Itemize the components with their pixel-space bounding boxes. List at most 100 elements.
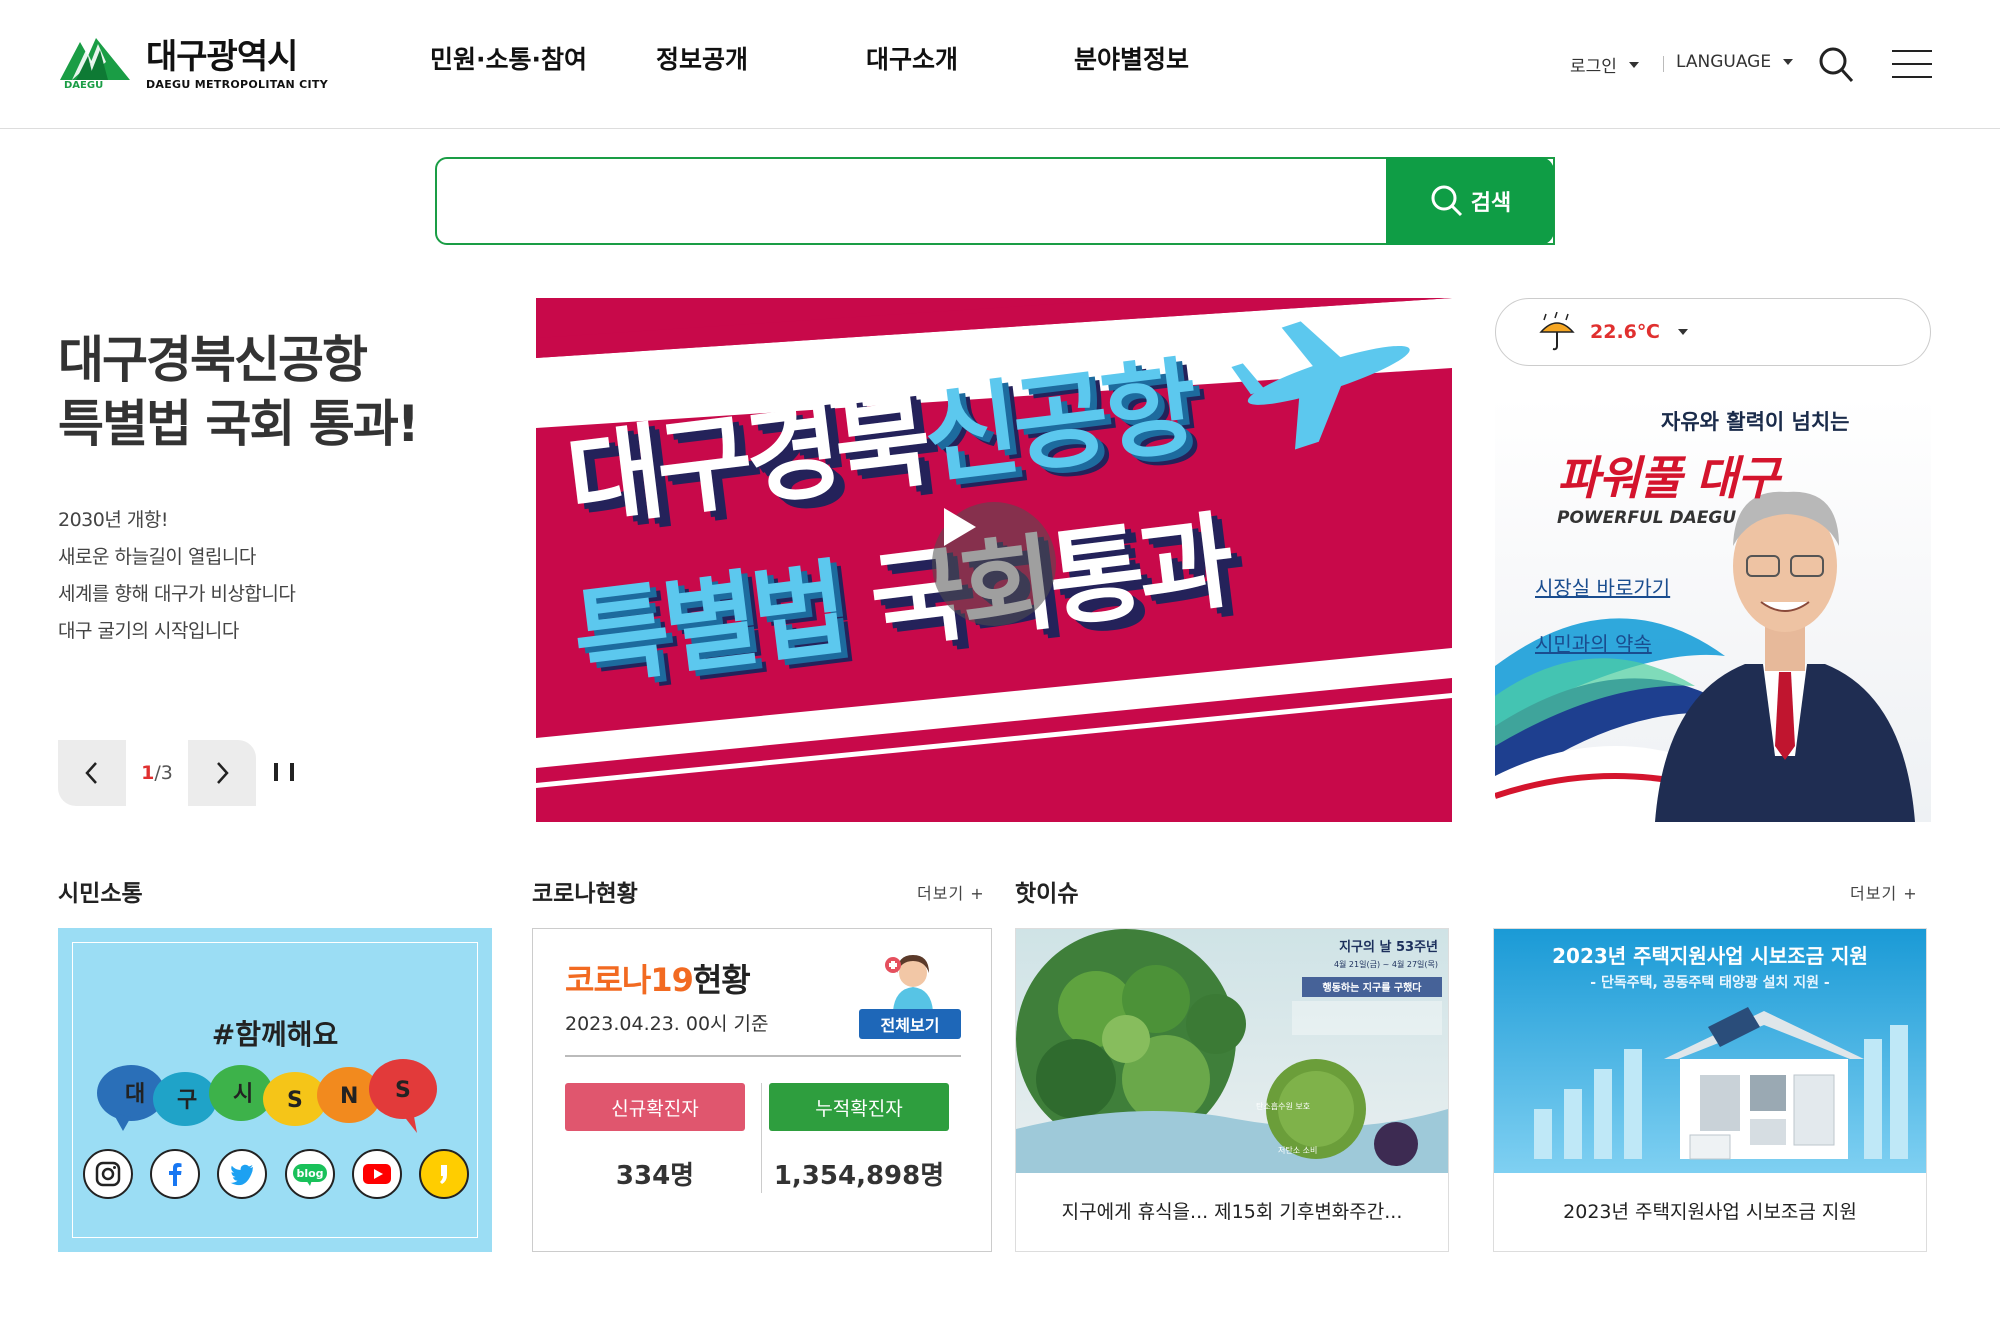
issue-caption-1: 지구에게 휴식을... 제15회 기후변화주간... [1061,1201,1403,1223]
header-search-icon[interactable] [1818,46,1854,84]
sns-panel: #함께해요 대 구 시 S N S blog [58,928,492,1252]
site-logo[interactable]: DAEGU 대구광역시 DAEGU METROPOLITAN CITY [58,34,338,94]
issue1-img-label1: 탄소흡수원 보호 [1256,1101,1310,1111]
nav-item-civil[interactable]: 민원·소통·참여 [382,40,656,76]
twitter-icon[interactable] [217,1149,268,1199]
weather-temperature: 22.6℃ [1590,321,1660,343]
mayor-banner: 자유와 활력이 넘치는 파워풀 대구 POWERFUL DAEGU 시장실 바로… [1495,396,1931,822]
covid-title: 코로나19현황 [565,955,751,1001]
weather-widget[interactable]: 22.6℃ [1495,298,1931,366]
banner-text-1b: 신공항 [916,345,1199,500]
nav-item-info[interactable]: 정보공개 [656,40,866,76]
nav-item-about[interactable]: 대구소개 [866,40,1074,76]
kakao-story-icon[interactable] [418,1149,469,1199]
section-title-sns: 시민소통 [58,881,143,907]
covid-new-value: 334명 [615,1161,695,1191]
hero-title: 대구경북신공항 특별법 국회 통과! [58,328,420,456]
hero-desc-line: 2030년 개항! [58,509,168,531]
hero-title-line1: 대구경북신공항 [58,331,368,389]
util-divider [1663,56,1664,72]
covid-total-value: 1,354,898명 [773,1161,945,1191]
covid-title-a: 코로나19 [565,961,694,999]
language-dropdown[interactable]: LANGUAGE [1676,52,1794,72]
sns-hashtag: #함께해요 [211,1018,339,1051]
covid-divider [565,1055,961,1057]
caret-down-icon [1628,61,1639,68]
covid-title-b: 현황 [692,961,751,999]
main-banner[interactable]: 대구경북신공항 특별법 국회통과 [536,298,1452,822]
mayor-office-link[interactable]: 시장실 바로가기 [1535,572,1670,601]
youtube-icon[interactable] [351,1149,402,1199]
slide-next-button[interactable] [188,740,256,806]
issue-image-earth-day: 지구의 날 53주년 4월 21일(금) ~ 4월 27일(목) 행동하는 지구… [1016,929,1448,1173]
blog-icon[interactable]: blog [284,1149,335,1199]
sns-speech-bubbles: 대 구 시 S N S [97,1059,437,1133]
video-play-button[interactable] [932,502,1056,626]
instagram-icon[interactable] [83,1149,133,1199]
hero-desc-line: 새로운 하늘길이 열립니다 [58,546,256,568]
issue2-img-sub: - 단독주택, 공동주택 태양광 설치 지원 - [1590,974,1830,991]
covid-vertical-divider [761,1083,762,1193]
logo-english-name: DAEGU METROPOLITAN CITY [146,77,328,91]
mayor-title-en: POWERFUL DAEGU [1557,508,1737,528]
issue-card-1[interactable]: 지구의 날 53주년 4월 21일(금) ~ 4월 27일(목) 행동하는 지구… [1015,928,1449,1252]
slide-current: 1 [141,762,155,784]
sns-icon-row: blog [83,1149,469,1199]
covid-panel: 코로나19현황 2023.04.23. 00시 기준 전체보기 신규확진자 누적… [532,928,992,1252]
mayor-subtitle: 자유와 활력이 넘치는 [1661,410,1850,434]
section-title-issue: 핫이슈 [1015,881,1079,907]
slide-total: /3 [154,762,173,784]
logo-mark-text: DAEGU [64,80,104,91]
issue2-img-title: 2023년 주택지원사업 시보조금 지원 [1552,944,1868,968]
covid-more-link[interactable]: 더보기 + [917,880,985,904]
issue-image-housing: 2023년 주택지원사업 시보조금 지원 - 단독주택, 공동주택 태양광 설치… [1494,929,1926,1173]
hero-desc-line: 대구 굴기의 시작입니다 [58,620,239,642]
issue1-img-title: 지구의 날 53주년 [1339,939,1438,955]
sns-bubble-4: S [287,1088,303,1113]
login-label: 로그인 [1570,57,1617,77]
slide-controls: 1/3 [58,740,294,806]
issue-more-link[interactable]: 더보기 + [1850,880,1918,904]
blog-icon-text: blog [296,1167,323,1180]
covid-total-label: 누적확진자 [769,1083,949,1131]
sns-bubble-5: N [340,1084,358,1109]
login-dropdown[interactable]: 로그인 [1570,52,1639,77]
caret-down-icon [1783,59,1794,65]
issue-card-2[interactable]: 2023년 주택지원사업 시보조금 지원 - 단독주택, 공동주택 태양광 설치… [1493,928,1927,1252]
covid-view-all-button[interactable]: 전체보기 [859,1009,961,1039]
caret-down-icon [1677,329,1688,335]
chevron-right-icon [217,762,229,784]
search-input[interactable] [457,179,1357,223]
covid-date: 2023.04.23. 00시 기준 [565,1013,769,1035]
facebook-icon[interactable] [150,1149,201,1199]
search-button[interactable]: 검색 [1386,157,1554,245]
slide-pause-icon[interactable] [274,763,294,783]
logo-korean-name: 대구광역시 [146,36,298,77]
play-icon [944,508,976,546]
chevron-left-icon [85,762,97,784]
hero-desc-line: 세계를 향해 대구가 비상합니다 [58,583,296,605]
nurse-icon [885,955,933,1011]
issue1-img-tag: 행동하는 지구를 구했다 [1323,981,1423,994]
site-header: DAEGU 대구광역시 DAEGU METROPOLITAN CITY 민원·소… [0,0,2000,129]
umbrella-rain-icon [1539,312,1575,351]
citizen-promise-link[interactable]: 시민과의 약속 [1535,628,1652,657]
sns-bubble-3: 시 [233,1082,253,1107]
sns-bubble-6: S [395,1078,411,1103]
issue-caption-2: 2023년 주택지원사업 시보조금 지원 [1563,1201,1857,1223]
main-nav: 민원·소통·참여 정보공개 대구소개 분야별정보 [430,40,1274,76]
section-title-covid: 코로나현황 [532,881,638,907]
hamburger-menu-icon[interactable] [1892,50,1932,78]
language-label: LANGUAGE [1676,52,1772,72]
nav-item-fields[interactable]: 분야별정보 [1074,40,1274,76]
sns-bubble-2: 구 [177,1088,197,1113]
hero-title-line2: 특별법 국회 통과! [58,395,420,453]
search-icon [1431,185,1462,217]
search-button-label: 검색 [1470,191,1512,216]
mayor-title: 파워풀 대구 [1557,451,1780,505]
covid-new-label: 신규확진자 [565,1083,745,1131]
issue1-img-sub: 4월 21일(금) ~ 4월 27일(목) [1334,959,1438,969]
slide-prev-button[interactable] [58,740,126,806]
banner-text-2a: 특별법 [566,547,849,701]
issue1-img-label2: 저탄소 소비 [1278,1145,1317,1155]
